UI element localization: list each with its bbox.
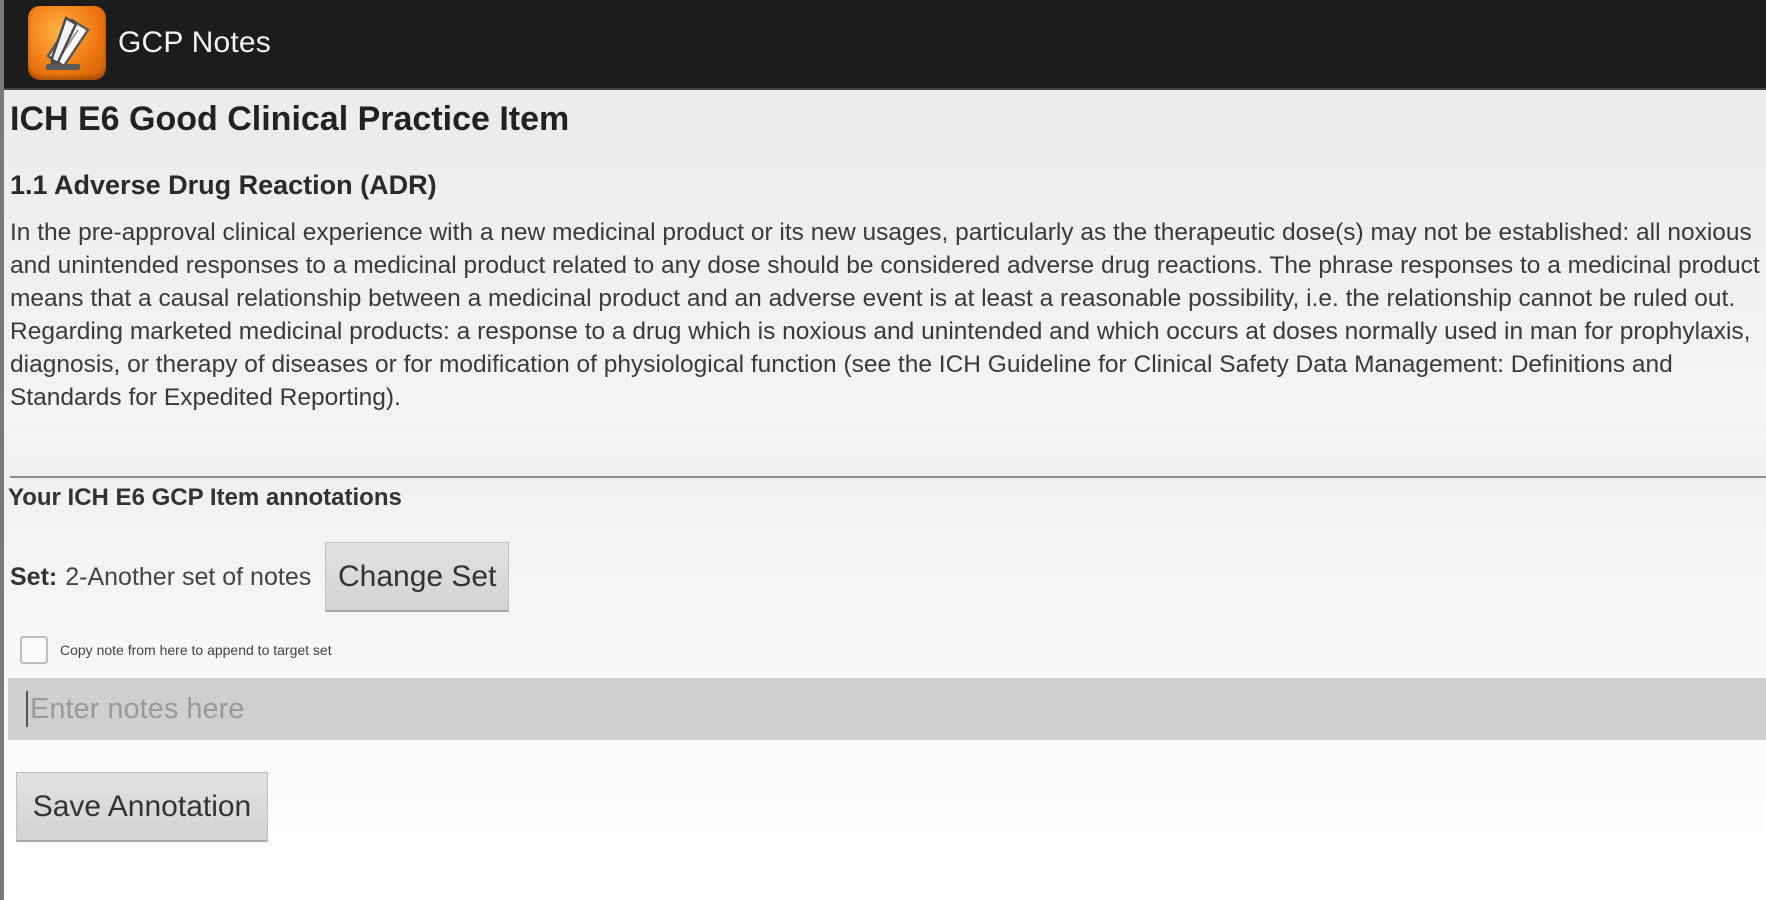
item-heading: 1.1 Adverse Drug Reaction (ADR) bbox=[10, 170, 437, 200]
section-divider bbox=[10, 476, 1766, 478]
action-bar: GCP Notes bbox=[4, 0, 1766, 90]
app-screen: GCP Notes ICH E6 Good Clinical Practice … bbox=[0, 0, 1766, 900]
copy-note-checkbox[interactable] bbox=[20, 636, 48, 664]
set-value: 2-Another set of notes bbox=[65, 562, 312, 591]
copy-note-row[interactable]: Copy note from here to append to target … bbox=[20, 634, 332, 666]
copy-note-label[interactable]: Copy note from here to append to target … bbox=[60, 642, 332, 658]
notes-placeholder: Enter notes here bbox=[30, 692, 245, 725]
app-title: GCP Notes bbox=[118, 26, 271, 59]
item-paragraph: In the pre-approval clinical experience … bbox=[10, 219, 1760, 312]
text-cursor bbox=[26, 691, 28, 727]
set-label: Set: bbox=[10, 562, 58, 591]
notes-input[interactable]: Enter notes here bbox=[8, 678, 1766, 740]
item-paragraph: Regarding marketed medicinal products: a… bbox=[10, 318, 1751, 411]
annotations-heading: Your ICH E6 GCP Item annotations bbox=[8, 484, 402, 511]
change-set-button[interactable]: Change Set bbox=[325, 542, 510, 612]
item-description: In the pre-approval clinical experience … bbox=[10, 216, 1766, 414]
notes-pencil-icon[interactable] bbox=[28, 6, 106, 80]
save-annotation-button[interactable]: Save Annotation bbox=[16, 772, 268, 842]
set-row: Set: 2-Another set of notes Change Set bbox=[10, 542, 510, 612]
page-title: ICH E6 Good Clinical Practice Item bbox=[10, 100, 570, 138]
